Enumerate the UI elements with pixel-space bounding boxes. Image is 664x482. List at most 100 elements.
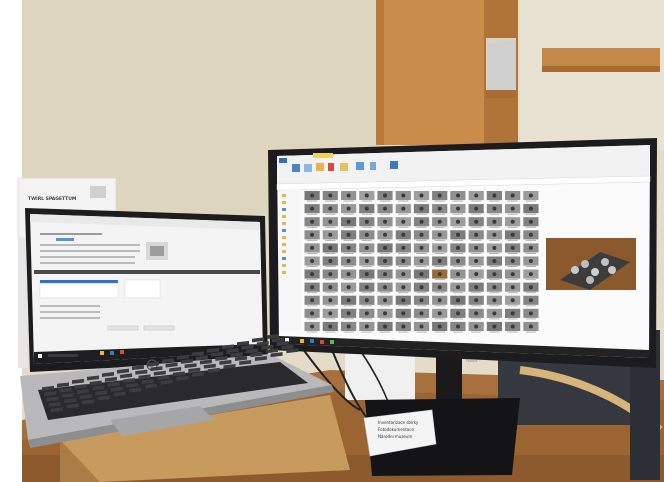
thumbnail-object [474, 259, 479, 263]
thumbnail-object [419, 232, 424, 237]
thumbnail-object [383, 245, 387, 250]
thumbnail-caption [307, 239, 318, 241]
thumbnail-object [328, 259, 333, 263]
thumbnail-object [456, 219, 460, 224]
thumbnail-caption [361, 331, 372, 333]
thumbnail-caption [452, 305, 463, 307]
thumbnail-caption [489, 279, 500, 281]
thumbnail-caption [325, 318, 336, 320]
thumbnail-object [474, 311, 479, 316]
thumbnail-caption [416, 226, 427, 228]
thumbnail-object [310, 219, 315, 224]
thumbnail-caption [398, 279, 409, 281]
thumbnail-caption [307, 305, 318, 307]
thumbnail-object [437, 193, 442, 198]
thumbnail-object [401, 206, 406, 211]
laptop-selected-row [40, 280, 118, 283]
thumbnail-caption [471, 266, 482, 267]
thumbnail-caption [325, 292, 336, 294]
thumbnail-object [364, 298, 369, 303]
thumbnail-object [346, 272, 351, 277]
thumbnail-caption [307, 279, 318, 281]
thumbnail-caption [307, 318, 318, 320]
paper-stack [18, 238, 28, 368]
thumbnail-caption [379, 279, 391, 281]
thumbnail-object [364, 193, 369, 198]
thumbnail-object [456, 259, 460, 263]
thumbnail-object [401, 324, 406, 329]
thumbnail-object [328, 206, 333, 211]
thumbnail-caption [325, 305, 336, 307]
thumbnail-caption [525, 239, 536, 241]
thumbnail-caption [525, 305, 536, 307]
thumbnail-caption [507, 292, 518, 294]
thumbnail-object [474, 232, 479, 237]
thumbnail-object [328, 245, 333, 250]
thumbnail-object [401, 259, 406, 263]
thumbnail-caption [525, 318, 536, 320]
thumbnail-caption [452, 213, 463, 215]
thumbnail-caption [507, 279, 518, 281]
thumbnail-object [528, 193, 533, 198]
thumbnail-object [328, 298, 333, 303]
thumbnail-caption [343, 279, 354, 281]
thumbnail-object [364, 259, 369, 263]
thumbnail-object [383, 259, 387, 263]
thumbnail-caption [471, 213, 482, 215]
thumbnail-object [419, 285, 424, 290]
thumbnail-caption [325, 279, 336, 281]
thumbnail-object [510, 193, 515, 198]
thumbnail-object [474, 272, 479, 277]
thumbnail-caption [398, 226, 409, 228]
wall-right [520, 0, 664, 150]
thumbnail-caption [325, 213, 336, 215]
thumbnail-caption [307, 213, 318, 215]
thumbnail-caption [361, 305, 372, 307]
thumbnail-caption [489, 331, 500, 333]
thumbnail-caption [379, 200, 391, 202]
thumbnail-caption [398, 318, 409, 320]
thumbnail-object [492, 298, 497, 303]
thumbnail-object [528, 206, 533, 211]
thumbnail-object [364, 272, 369, 277]
thumbnail-object [437, 272, 442, 277]
thumbnail-object [528, 285, 533, 290]
thumbnail-object [492, 324, 497, 329]
thumbnail-caption [434, 239, 445, 241]
plaque-line-1: Inventarizace sbírky [378, 420, 419, 425]
thumbnail-caption [325, 226, 336, 228]
thumbnail-object [474, 219, 479, 224]
thumbnail-caption [489, 305, 500, 307]
thumbnail-caption [325, 253, 336, 254]
thumbnail-object [328, 193, 333, 198]
thumbnail-object [528, 298, 533, 303]
thumbnail-object [364, 324, 369, 329]
thumbnail-object [456, 272, 460, 277]
laptop-table-header [34, 270, 260, 274]
thumbnail-object [456, 245, 460, 250]
thumbnail-object [364, 311, 369, 316]
thumbnail-object [328, 272, 333, 277]
thumbnail-caption [343, 200, 354, 202]
thumbnail-object [456, 193, 460, 198]
thumbnail-object [419, 298, 424, 303]
thumbnail-caption [434, 253, 445, 254]
thumbnail-object [510, 285, 515, 290]
thumbnail-object [419, 245, 424, 250]
thumbnail-caption [489, 226, 500, 228]
thumbnail-object [364, 285, 369, 290]
thumbnail-object [419, 272, 424, 277]
thumbnail-object [328, 219, 333, 224]
thumbnail-object [492, 272, 497, 277]
thumbnail-caption [434, 331, 445, 333]
thumbnail-caption [507, 239, 518, 241]
thumbnail-object [310, 272, 315, 277]
thumbnail-caption [507, 305, 518, 307]
thumbnail-object [474, 193, 479, 198]
thumbnail-object [346, 206, 351, 211]
thumbnail-caption [416, 292, 427, 294]
thumbnail-caption [471, 331, 482, 333]
thumbnail-object [492, 311, 497, 316]
thumbnail-caption [452, 266, 463, 267]
thumbnail-caption [452, 331, 463, 333]
